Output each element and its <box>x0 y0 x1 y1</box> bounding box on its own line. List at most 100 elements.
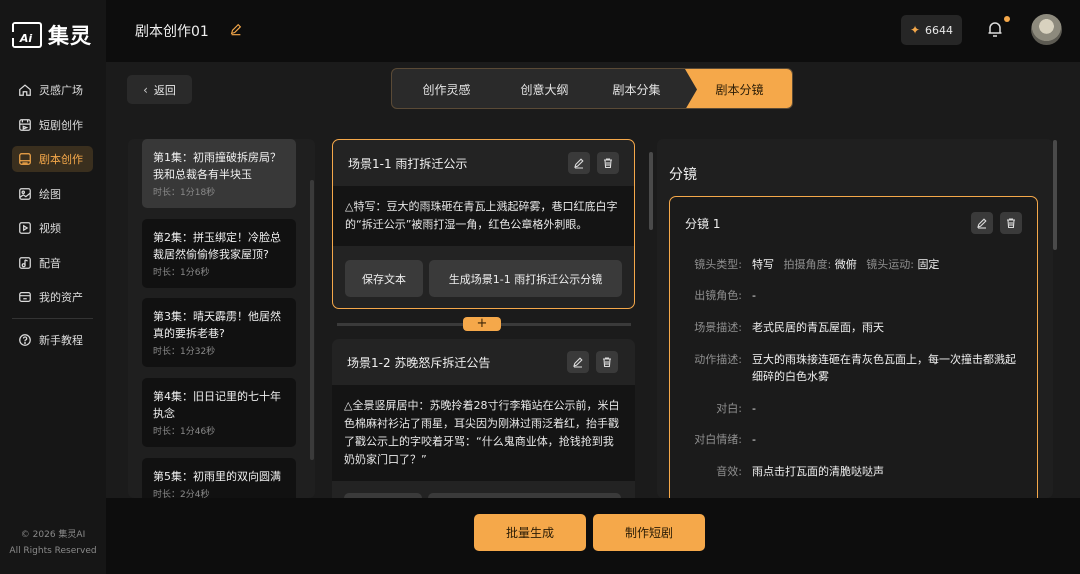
shot-type-value: 特写 <box>752 258 774 271</box>
episode-item[interactable]: 第2集：拼玉绑定！冷脸总裁居然偷偷修我家屋顶? 时长：1分6秒 <box>142 219 296 288</box>
episode-item[interactable]: 第5集：初雨里的双向圆满 时长：2分4秒 <box>142 458 296 498</box>
sidebar-item-assets[interactable]: 我的资产 <box>12 284 93 310</box>
trash-icon <box>1007 218 1015 229</box>
edit-shot-button[interactable] <box>971 212 993 234</box>
step-label: 创作灵感 <box>422 83 471 97</box>
pencil-icon <box>573 357 583 368</box>
edit-button[interactable] <box>568 152 590 174</box>
scene-scrollbar[interactable] <box>649 152 653 230</box>
row-label: 音效: <box>716 465 742 478</box>
tab-storyboard[interactable]: 剧本分镜 <box>685 69 792 108</box>
episode-item[interactable]: 第4集：旧日记里的七十年执念 时长：1分46秒 <box>142 378 296 447</box>
storyboard-scrollbar[interactable] <box>1053 140 1057 250</box>
step-label: 剧本分集 <box>612 83 661 97</box>
row-value: 老式民居的青瓦屋面，雨天 <box>752 321 884 334</box>
episode-list: 第1集：初雨撞破拆房局？我和总裁各有半块玉 时长：1分18秒 第2集：拼玉绑定！… <box>128 139 315 498</box>
sidebar-item-label: 视频 <box>39 222 61 235</box>
sidebar-item-label: 绘图 <box>39 188 61 201</box>
chevron-left-icon: ‹ <box>143 82 148 97</box>
credits-badge[interactable]: ✦ 6644 <box>901 15 962 45</box>
sidebar-item-drawing[interactable]: 绘图 <box>12 181 93 207</box>
tab-inspiration[interactable]: 创作灵感 <box>392 69 501 108</box>
asset-icon <box>19 292 31 302</box>
episode-title: 第1集：初雨撞破拆房局？我和总裁各有半块玉 <box>153 151 281 181</box>
episode-duration: 时长：2分4秒 <box>153 490 210 498</box>
sidebar-item-label: 配音 <box>39 257 61 270</box>
edit-title-icon[interactable] <box>229 22 243 36</box>
audio-icon <box>19 257 31 269</box>
scene-card[interactable]: 场景1-2 苏晚怒斥拆迁公告 △全景竖屏居中：苏晚拎着28寸行李箱站在公示前，米… <box>332 339 635 498</box>
row-label: 对白: <box>716 402 742 415</box>
row-value: 豆大的雨珠接连砸在青灰色瓦面上，每一次撞击都溅起细碎的白色水雾 <box>752 353 1016 383</box>
row-label: 出镜角色: <box>694 289 742 302</box>
bell-icon[interactable] <box>985 19 1005 39</box>
pencil-icon <box>574 158 584 169</box>
step-progress: 创作灵感 创意大纲 剧本分集 剧本分镜 <box>391 68 793 109</box>
logo[interactable]: Ai 集灵 <box>12 20 92 50</box>
sidebar-item-tutorial[interactable]: 新手教程 <box>12 327 93 353</box>
make-drama-button[interactable]: 制作短剧 <box>593 514 705 551</box>
sidebar-item-dubbing[interactable]: 配音 <box>12 250 93 276</box>
episode-duration: 时长：1分18秒 <box>153 188 216 198</box>
sidebar-item-video[interactable]: 视频 <box>12 215 93 241</box>
shot-title: 分镜 1 <box>685 217 721 231</box>
delete-button[interactable] <box>597 152 619 174</box>
help-icon <box>19 334 31 346</box>
motion-label: 镜头运动: <box>866 258 914 271</box>
shot-type-row: 特写 拍摄角度: 微俯 镜头运动: 固定 <box>752 256 939 273</box>
episode-item[interactable]: 第3集：晴天霹雳！他居然真的要拆老巷? 时长：1分32秒 <box>142 298 296 367</box>
scene-title: 场景1-1 雨打拆迁公示 <box>348 156 468 171</box>
row-label: 动作描述: <box>694 353 742 366</box>
batch-generate-button[interactable]: 批量生成 <box>474 514 586 551</box>
episode-title: 第5集：初雨里的双向圆满 <box>153 470 281 483</box>
home-icon <box>19 84 31 96</box>
tab-episodes[interactable]: 剧本分集 <box>588 69 685 108</box>
episode-duration: 时长：1分32秒 <box>153 347 216 357</box>
back-label: 返回 <box>153 83 176 97</box>
sidebar-divider <box>12 318 93 319</box>
back-button[interactable]: ‹ 返回 <box>127 75 192 104</box>
sidebar: Ai 集灵 灵感广场 短剧创作 剧本创作 绘图 视频 配音 我的资产 新手教程 … <box>0 0 106 574</box>
sidebar-item-script[interactable]: 剧本创作 <box>12 146 93 172</box>
image-icon <box>19 188 31 200</box>
scene-header: 场景1-2 苏晚怒斥拆迁公告 <box>332 339 635 385</box>
delete-button[interactable] <box>596 351 618 373</box>
edit-button[interactable] <box>567 351 589 373</box>
video-icon <box>19 222 31 234</box>
scene-text: △特写：豆大的雨珠砸在青瓦上溅起碎雾，巷口红底白字的“拆迁公示”被雨打湿一角，红… <box>333 186 634 246</box>
add-scene-button[interactable]: + <box>463 317 501 331</box>
step-label: 剧本分镜 <box>715 83 764 97</box>
scene-card[interactable]: 场景1-1 雨打拆迁公示 △特写：豆大的雨珠砸在青瓦上溅起碎雾，巷口红底白字的“… <box>332 139 635 309</box>
scene-header: 场景1-1 雨打拆迁公示 <box>333 140 634 186</box>
trash-icon <box>603 357 611 368</box>
save-text-button[interactable]: 保存文本 <box>345 260 423 297</box>
delete-shot-button[interactable] <box>1000 212 1022 234</box>
row-value: - <box>752 402 756 415</box>
shot-type-label: 镜头类型: <box>694 258 742 271</box>
generate-storyboard-button[interactable]: 生成场景1-1 雨打拆迁公示分镜 <box>429 260 622 297</box>
brand-name: 集灵 <box>48 24 92 48</box>
tab-outline[interactable]: 创意大纲 <box>501 69 588 108</box>
episode-title: 第3集：晴天霹雳！他居然真的要拆老巷? <box>153 310 281 340</box>
sidebar-item-short-drama[interactable]: 短剧创作 <box>12 112 93 138</box>
row-value: 雨点击打瓦面的清脆哒哒声 <box>752 465 884 478</box>
row-label: 对白情绪: <box>694 433 742 446</box>
row-value: - <box>752 289 756 302</box>
button-label: 生成场景1-1 雨打拆迁公示分镜 <box>448 272 603 286</box>
sidebar-item-inspiration[interactable]: 灵感广场 <box>12 77 93 103</box>
plus-icon: + <box>476 316 488 331</box>
rights-text: All Rights Reserved <box>9 546 97 556</box>
angle-value: 微俯 <box>834 258 857 271</box>
row-value: - <box>752 433 756 446</box>
avatar[interactable] <box>1031 14 1062 45</box>
episode-scrollbar[interactable] <box>310 180 314 460</box>
page-title: 剧本创作01 <box>135 24 209 40</box>
scene-text: △全景竖屏居中：苏晚拎着28寸行李箱站在公示前，米白色棉麻衬衫沾了雨星，耳尖因为… <box>332 385 635 481</box>
sparkle-icon: ✦ <box>909 23 921 37</box>
episode-item[interactable]: 第1集：初雨撞破拆房局？我和总裁各有半块玉 时长：1分18秒 <box>142 139 296 208</box>
sidebar-item-label: 剧本创作 <box>39 153 83 166</box>
episode-title: 第2集：拼玉绑定！冷脸总裁居然偷偷修我家屋顶? <box>153 231 281 261</box>
credits-value: 6644 <box>925 23 954 37</box>
sidebar-item-label: 新手教程 <box>39 334 83 347</box>
episode-duration: 时长：1分6秒 <box>153 268 210 278</box>
